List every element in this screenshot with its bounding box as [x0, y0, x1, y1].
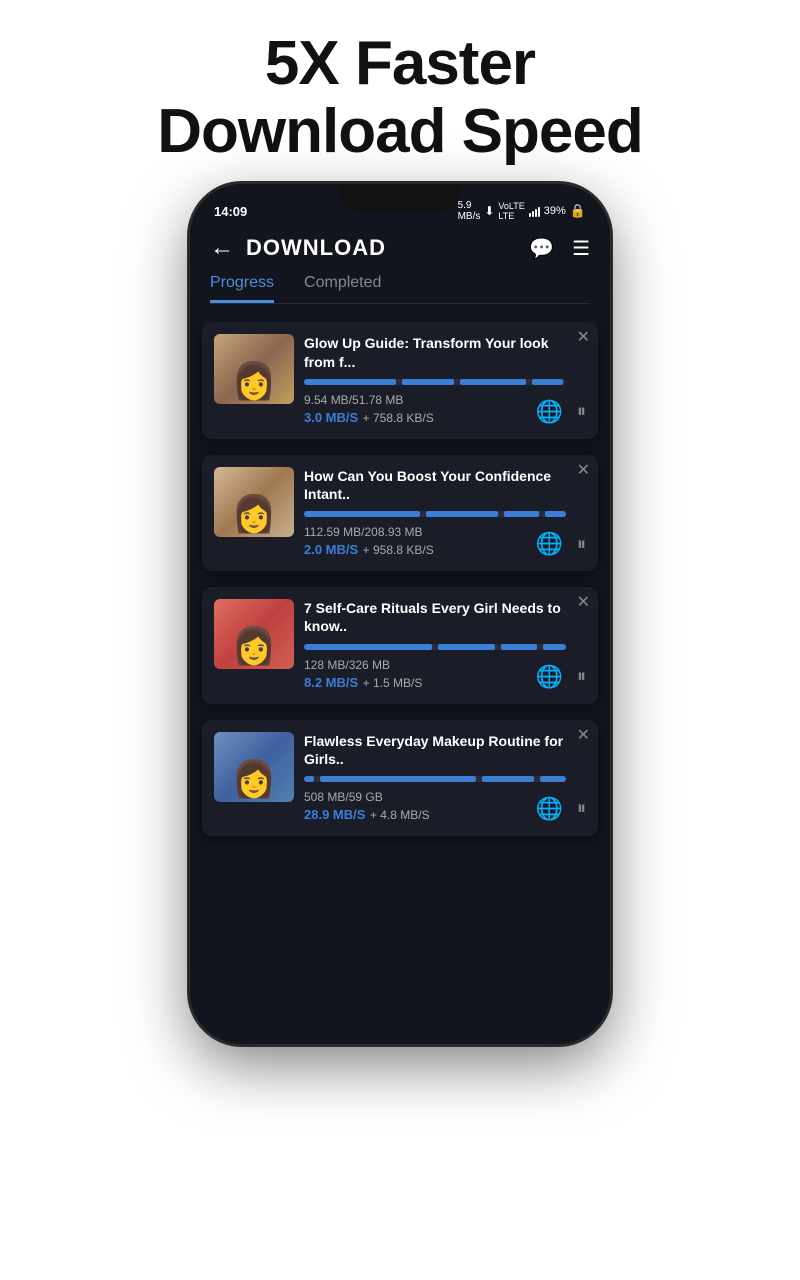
card-speed-extra-2: + 958.8 KB/S [363, 543, 434, 557]
card-speed-row-2: 2.0 MB/S + 958.8 KB/S [304, 541, 566, 559]
download-list: ✕ Glow Up Guide: Transform Your look fro… [190, 304, 610, 854]
download-card-4: ✕ Flawless Everyday Makeup Routine for G… [202, 720, 598, 836]
hero-line1: 5X Faster [157, 30, 642, 98]
phone-notch [340, 184, 460, 212]
pause-icon-4[interactable]: ⏸ [577, 798, 586, 819]
card-speed-4: 28.9 MB/S [304, 807, 365, 822]
hero-line2: Download Speed [157, 98, 642, 166]
card-actions-1: 🌐 ⏸ [536, 399, 586, 425]
hero-title: 5X Faster Download Speed [157, 30, 642, 166]
download-icon: ⬇ [484, 204, 494, 218]
close-button-2[interactable]: ✕ [577, 463, 590, 479]
card-title-3: 7 Self-Care Rituals Every Girl Needs to … [304, 599, 566, 635]
card-speed-1: 3.0 MB/S [304, 410, 358, 425]
signal-bars [529, 205, 540, 217]
globe-icon-2[interactable]: 🌐 [536, 531, 563, 557]
close-button-3[interactable]: ✕ [577, 595, 590, 611]
card-speed-3: 8.2 MB/S [304, 675, 358, 690]
thumbnail-3 [214, 599, 294, 669]
card-actions-4: 🌐 ⏸ [536, 796, 586, 822]
thumbnail-4 [214, 732, 294, 802]
progress-bar-4 [304, 776, 566, 782]
card-size-3: 128 MB/326 MB [304, 658, 566, 672]
card-title-2: How Can You Boost Your Confidence Intant… [304, 467, 566, 503]
tab-completed[interactable]: Completed [304, 274, 381, 303]
card-speed-row-1: 3.0 MB/S + 758.8 KB/S [304, 409, 566, 427]
tab-progress[interactable]: Progress [210, 274, 274, 303]
battery-icon: 🔒 [570, 203, 586, 219]
network-label: VoLTELTE [498, 201, 524, 221]
card-top-1: Glow Up Guide: Transform Your look from … [214, 334, 586, 426]
card-speed-2: 2.0 MB/S [304, 542, 358, 557]
progress-bar-3 [304, 644, 566, 650]
card-size-4: 508 MB/59 GB [304, 790, 566, 804]
battery-label: 39% [544, 205, 566, 217]
page-title: DOWNLOAD [246, 235, 517, 261]
download-card-3: ✕ 7 Self-Care Rituals Every Girl Needs t… [202, 587, 598, 703]
phone-screen: 14:09 5.9MB/s ⬇ VoLTELTE 39% 🔒 [190, 184, 610, 1044]
card-title-1: Glow Up Guide: Transform Your look from … [304, 334, 566, 370]
globe-icon-3[interactable]: 🌐 [536, 664, 563, 690]
close-button-1[interactable]: ✕ [577, 330, 590, 346]
message-icon[interactable]: 💬 [529, 236, 554, 261]
card-speed-extra-3: + 1.5 MB/S [363, 676, 423, 690]
close-button-4[interactable]: ✕ [577, 728, 590, 744]
card-top-2: How Can You Boost Your Confidence Intant… [214, 467, 586, 559]
status-right: 5.9MB/s ⬇ VoLTELTE 39% 🔒 [458, 200, 586, 222]
pause-icon-1[interactable]: ⏸ [577, 401, 586, 422]
menu-icon[interactable]: ☰ [572, 236, 590, 261]
download-card-2: ✕ How Can You Boost Your Confidence Inta… [202, 455, 598, 571]
status-time: 14:09 [214, 204, 247, 219]
download-card-1: ✕ Glow Up Guide: Transform Your look fro… [202, 322, 598, 438]
card-size-2: 112.59 MB/208.93 MB [304, 525, 566, 539]
card-actions-3: 🌐 ⏸ [536, 664, 586, 690]
progress-bar-1 [304, 379, 566, 385]
card-top-4: Flawless Everyday Makeup Routine for Gir… [214, 732, 586, 824]
card-title-4: Flawless Everyday Makeup Routine for Gir… [304, 732, 566, 768]
card-top-3: 7 Self-Care Rituals Every Girl Needs to … [214, 599, 586, 691]
card-speed-row-3: 8.2 MB/S + 1.5 MB/S [304, 674, 566, 692]
phone-mockup: 14:09 5.9MB/s ⬇ VoLTELTE 39% 🔒 [190, 184, 610, 1044]
top-bar: ← DOWNLOAD 💬 ☰ [190, 226, 610, 270]
globe-icon-4[interactable]: 🌐 [536, 796, 563, 822]
thumbnail-1 [214, 334, 294, 404]
card-speed-extra-1: + 758.8 KB/S [363, 411, 434, 425]
back-button[interactable]: ← [210, 234, 234, 262]
tabs: Progress Completed [190, 270, 610, 303]
card-actions-2: 🌐 ⏸ [536, 531, 586, 557]
top-icons: 💬 ☰ [529, 236, 590, 261]
pause-icon-3[interactable]: ⏸ [577, 666, 586, 687]
card-size-1: 9.54 MB/51.78 MB [304, 393, 566, 407]
status-speed: 5.9MB/s [458, 200, 481, 222]
phone-shell: 14:09 5.9MB/s ⬇ VoLTELTE 39% 🔒 [190, 184, 610, 1044]
pause-icon-2[interactable]: ⏸ [577, 534, 586, 555]
progress-bar-2 [304, 511, 566, 517]
card-speed-extra-4: + 4.8 MB/S [370, 808, 430, 822]
globe-icon-1[interactable]: 🌐 [536, 399, 563, 425]
card-speed-row-4: 28.9 MB/S + 4.8 MB/S [304, 806, 566, 824]
thumbnail-2 [214, 467, 294, 537]
